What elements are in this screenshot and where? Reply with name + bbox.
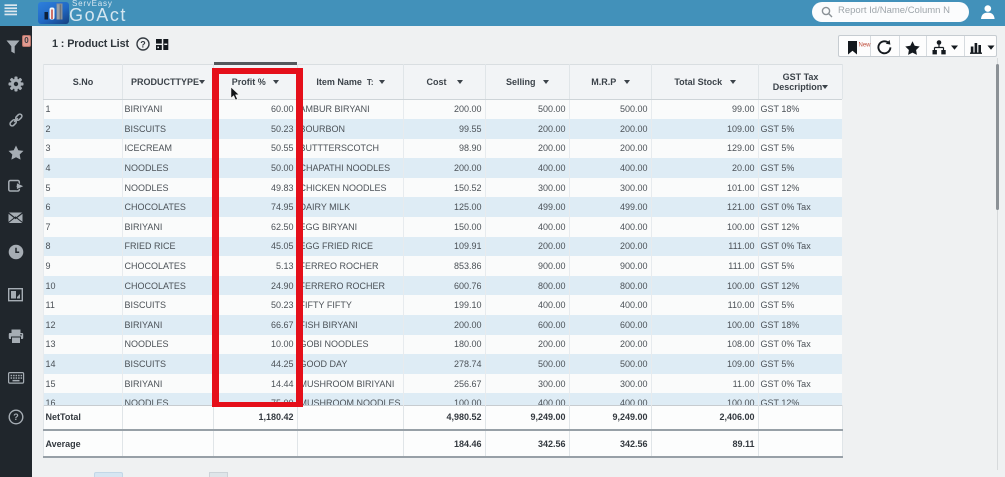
- svg-text:?: ?: [140, 39, 146, 49]
- svg-text:New: New: [859, 43, 872, 49]
- svg-text:?: ?: [13, 412, 19, 422]
